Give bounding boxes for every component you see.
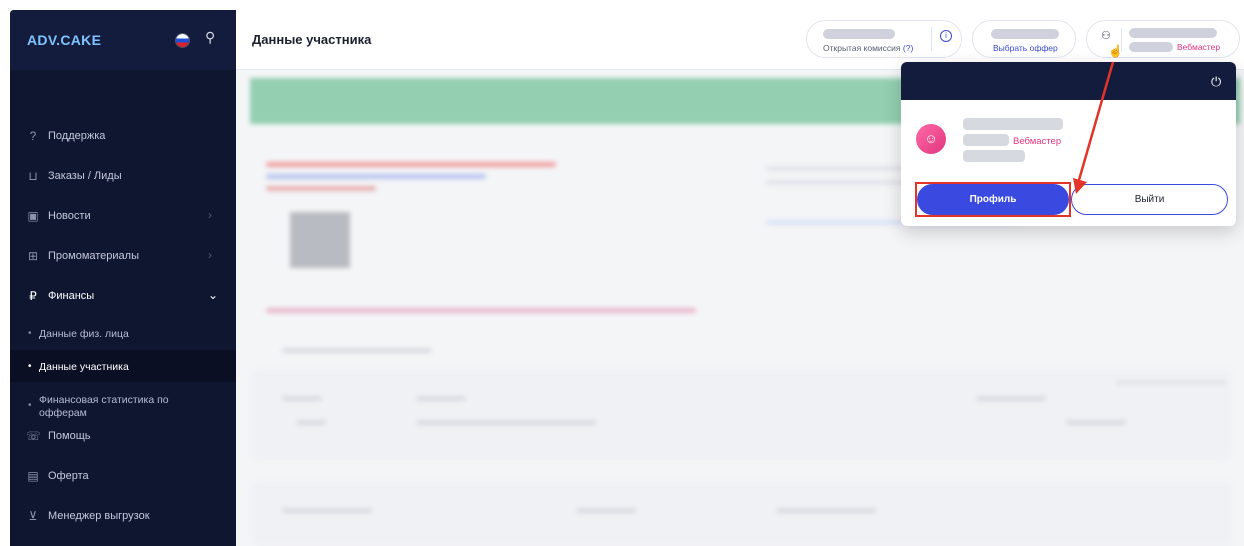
sidebar-subitem-label: Данные физ. лица [39,328,129,340]
commission-label: Открытая комиссия (?) [823,43,914,53]
chevron-right-icon: › [208,208,212,222]
sidebar-item-label: Поддержка [48,130,106,142]
gift-icon: ⊞ [27,249,39,263]
bullet-icon: • [28,328,32,339]
sidebar-header: ADV.CAKE ⚲ [10,10,236,70]
help-icon: ? [29,129,37,143]
offer-select-label: Выбрать оффер [993,43,1058,53]
sidebar-item-export-manager[interactable]: ⊻ Менеджер выгрузок [10,496,236,536]
blurred-text [296,420,326,425]
annotation-arrow [1073,61,1115,194]
user-name-redacted [1129,28,1217,38]
profile-id-redacted [963,134,1009,146]
sidebar-item-label: Финансы [48,290,95,302]
commission-value-redacted [823,29,895,39]
chevron-right-icon: › [208,248,212,262]
profile-email-redacted [963,150,1025,162]
offer-select[interactable]: Выбрать оффер [972,20,1076,58]
sidebar: ADV.CAKE ⚲ ? Поддержка ⊔ Заказы / Лиды ▣… [10,10,236,546]
sidebar-item-label: Помощь [48,430,91,442]
blurred-text [282,396,322,401]
qr-code-image [290,212,350,268]
sidebar-item-orders[interactable]: ⊔ Заказы / Лиды [10,156,236,196]
sidebar-item-offer[interactable]: ▤ Оферта [10,456,236,496]
ruble-icon: ₽ [29,289,37,303]
blurred-text [1116,380,1226,385]
language-flag-icon[interactable] [176,34,189,47]
rss-icon: ▣ [27,209,39,223]
chevron-down-icon: ⌄ [208,288,219,302]
profile-name-redacted [963,118,1063,130]
sidebar-subitem-participant-data[interactable]: • Данные участника [10,350,236,382]
sidebar-item-label: Менеджер выгрузок [48,510,150,522]
blurred-text [776,508,876,513]
user-icon: ⚇ [1101,30,1111,42]
blurred-link [266,308,696,313]
power-icon[interactable]: ⏻ [1211,74,1221,90]
blurred-heading [282,348,432,353]
blurred-text [416,396,466,401]
blurred-card [252,370,1232,460]
cart-icon: ⊔ [28,169,38,183]
app-window: ADV.CAKE ⚲ ? Поддержка ⊔ Заказы / Лиды ▣… [10,10,1244,546]
avatar: ☺ [916,124,946,154]
sidebar-item-promo[interactable]: ⊞ Промоматериалы › [10,236,236,276]
sidebar-subitem-label: Данные участника [39,361,129,373]
commission-widget[interactable]: Открытая комиссия (?) i [806,20,962,58]
blurred-text [976,396,1046,401]
user-role: Вебмастер [1177,42,1221,52]
bullet-icon: • [28,400,32,411]
arrow-head [1073,178,1087,194]
blurred-text [266,162,556,167]
sidebar-item-label: Новости [48,210,91,222]
blurred-text [282,508,372,513]
blurred-text [266,174,486,179]
sidebar-item-news[interactable]: ▣ Новости › [10,196,236,236]
arrow-shaft [1077,61,1115,181]
sidebar-item-support[interactable]: ? Поддержка [10,116,236,156]
download-icon: ⊻ [28,509,38,523]
bullet-icon: • [28,361,32,372]
page-title: Данные участника [252,32,372,47]
info-icon[interactable]: i [940,30,952,42]
sidebar-item-label: Заказы / Лиды [48,170,122,182]
offer-value-redacted [991,29,1059,39]
document-icon: ▤ [27,469,39,483]
sidebar-subitem-label: Финансовая статистика по офферам [39,394,169,418]
sidebar-item-help[interactable]: ☏ Помощь [10,416,236,456]
sidebar-item-label: Оферта [48,470,89,482]
sidebar-item-label: Промоматериалы [48,250,139,262]
blurred-text [416,420,596,425]
chat-icon: ☏ [26,429,42,443]
pin-icon[interactable]: ⚲ [205,29,215,46]
profile-role: Вебмастер [1013,136,1062,147]
blurred-text [266,186,376,191]
blurred-card [252,482,1232,546]
sidebar-item-finance[interactable]: ₽ Финансы ⌄ [10,276,236,316]
commission-hint[interactable]: (?) [903,43,913,53]
user-id-redacted [1129,42,1173,52]
blurred-text [1066,420,1126,425]
blurred-text [576,508,636,513]
cursor-hand-icon: ☝ [1108,44,1123,58]
annotation-highlight-box [915,182,1071,217]
logo[interactable]: ADV.CAKE [27,32,101,48]
sidebar-subitem-finance-stats[interactable]: • Финансовая статистика по офферам [10,384,236,418]
sidebar-subitem-personal-data[interactable]: • Данные физ. лица [10,316,236,350]
